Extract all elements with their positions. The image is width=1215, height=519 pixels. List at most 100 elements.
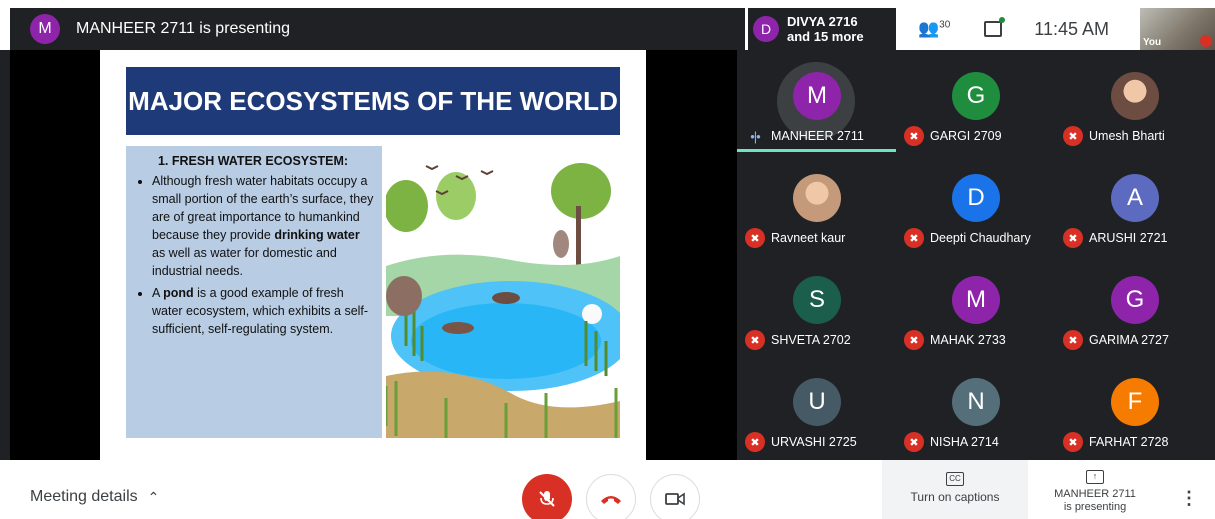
presenter-banner: M MANHEER 2711 is presenting [10, 8, 745, 50]
participant-name-label: Umesh Bharti [1089, 129, 1165, 143]
slide-bullets: Although fresh water habitats occupy a s… [132, 172, 374, 338]
participant-name-label: MAHAK 2733 [930, 333, 1006, 347]
mic-off-icon: ✖ [745, 228, 765, 248]
participant-tile[interactable]: A ✖ ARUSHI 2721 [1055, 152, 1214, 254]
participant-avatar: U [793, 378, 841, 426]
participant-name: ✖ FARHAT 2728 [1063, 432, 1168, 452]
participant-photo [1111, 72, 1159, 120]
presentation-area: MAJOR ECOSYSTEMS OF THE WORLD 1. FRESH W… [10, 50, 737, 460]
audio-level-icon: •|• [750, 128, 760, 144]
presenting-button[interactable]: ↑ MANHEER 2711 is presenting [1040, 460, 1150, 519]
presenting-sub: is presenting [1063, 501, 1127, 513]
bullet-bold: drinking water [274, 228, 360, 242]
participant-avatar: A [1111, 174, 1159, 222]
mic-off-icon: ✖ [1063, 228, 1083, 248]
participant-tile[interactable]: G ✖ GARIMA 2727 [1055, 254, 1214, 356]
participant-tile[interactable]: S ✖ SHVETA 2702 [737, 254, 896, 356]
participant-name: ✖ NISHA 2714 [904, 432, 999, 452]
participant-name: ✖ Deepti Chaudhary [904, 228, 1031, 248]
participant-name-label: Ravneet kaur [771, 231, 846, 245]
participant-name-label: ARUSHI 2721 [1089, 231, 1168, 245]
camera-icon [665, 492, 685, 506]
presenter-avatar: M [30, 14, 60, 44]
participant-avatar: M [793, 72, 841, 120]
mic-off-icon: ✖ [904, 228, 924, 248]
participant-name-label: Deepti Chaudhary [930, 231, 1031, 245]
mic-off-icon: ✖ [745, 432, 765, 452]
participant-summary-text: DIVYA 2716 and 15 more [787, 14, 864, 44]
chat-icon[interactable] [984, 17, 1006, 37]
people-count: 30 [939, 19, 951, 31]
bottom-bar: Meeting details ⌃ CC Turn on captions ↑ … [0, 460, 1215, 519]
participant-tile[interactable]: M ✖ MAHAK 2733 [896, 254, 1055, 356]
participant-tile[interactable]: D ✖ Deepti Chaudhary [896, 152, 1055, 254]
mic-toggle-button[interactable] [522, 474, 572, 519]
camera-toggle-button[interactable] [650, 474, 700, 519]
slide: MAJOR ECOSYSTEMS OF THE WORLD 1. FRESH W… [100, 50, 646, 460]
mic-off-icon: ✖ [745, 330, 765, 350]
captions-button[interactable]: CC Turn on captions [882, 460, 1028, 519]
self-label: You [1143, 37, 1162, 48]
participant-photo [793, 174, 841, 222]
participant-tile[interactable]: M •|• MANHEER 2711 [737, 50, 896, 152]
participant-name: ✖ URVASHI 2725 [745, 432, 857, 452]
participant-avatar: S [793, 276, 841, 324]
leave-call-button[interactable] [586, 474, 636, 519]
captions-label: Turn on captions [910, 490, 1000, 504]
participant-name: ✖ ARUSHI 2721 [1063, 228, 1168, 248]
participant-name: ✖ Ravneet kaur [745, 228, 845, 248]
participant-tile[interactable]: ✖ Ravneet kaur [737, 152, 896, 254]
participant-summary-more: and 15 more [787, 29, 864, 44]
captions-icon: CC [946, 472, 964, 486]
participant-avatar: D [952, 174, 1000, 222]
participant-tile[interactable]: G ✖ GARGI 2709 [896, 50, 1055, 152]
participant-name: ✖ SHVETA 2702 [745, 330, 851, 350]
participant-name: ✖ Umesh Bharti [1063, 126, 1165, 146]
slide-bullet: A pond is a good example of fresh water … [152, 284, 374, 338]
presenter-text: MANHEER 2711 is presenting [76, 20, 291, 37]
presenting-name: MANHEER 2711 [1054, 488, 1136, 500]
participant-avatar: D [753, 16, 779, 42]
more-options-icon[interactable]: ⋮ [1180, 488, 1198, 509]
hang-up-icon [601, 496, 621, 504]
participant-name-label: GARGI 2709 [930, 129, 1002, 143]
mic-off-icon: ✖ [1063, 432, 1083, 452]
meeting-details-button[interactable]: Meeting details ⌃ [30, 488, 159, 506]
slide-bullet: Although fresh water habitats occupy a s… [152, 172, 374, 280]
participant-tile[interactable]: ✖ Umesh Bharti [1055, 50, 1214, 152]
participant-name-label: FARHAT 2728 [1089, 435, 1169, 449]
mic-off-icon [539, 491, 555, 507]
chevron-up-icon: ⌃ [147, 488, 160, 505]
top-icons: 👥30 11:45 AM [896, 8, 1140, 50]
bullet-text: A [152, 286, 164, 300]
participant-name-label: SHVETA 2702 [771, 333, 851, 347]
slide-section-heading: 1. FRESH WATER ECOSYSTEM: [157, 154, 349, 168]
participant-name: ✖ GARIMA 2727 [1063, 330, 1169, 350]
pond-illustration [386, 146, 620, 438]
meeting-details-label: Meeting details [30, 488, 138, 505]
self-view[interactable]: You [1140, 8, 1215, 50]
people-icon[interactable]: 👥30 [918, 19, 950, 39]
participant-tile[interactable]: N ✖ NISHA 2714 [896, 356, 1055, 458]
participant-summary[interactable]: D DIVYA 2716 and 15 more [748, 8, 896, 50]
participant-avatar: M [952, 276, 1000, 324]
participant-tile[interactable]: F ✖ FARHAT 2728 [1055, 356, 1214, 458]
participant-avatar: F [1111, 378, 1159, 426]
participant-tile[interactable]: U ✖ URVASHI 2725 [737, 356, 896, 458]
participant-name-label: GARIMA 2727 [1089, 333, 1169, 347]
participant-grid: M •|• MANHEER 2711 G ✖ GARGI 2709 ✖ Umesh Bhart… [737, 50, 1215, 460]
participant-summary-name: DIVYA 2716 [787, 14, 858, 29]
participant-avatar: G [952, 72, 1000, 120]
mic-off-icon: ✖ [904, 126, 924, 146]
participant-avatar: N [952, 378, 1000, 426]
present-screen-icon: ↑ [1086, 470, 1104, 484]
mic-off-icon [1200, 35, 1212, 47]
slide-title: MAJOR ECOSYSTEMS OF THE WORLD [126, 67, 620, 135]
mic-off-icon: ✖ [1063, 330, 1083, 350]
slide-text-box: 1. FRESH WATER ECOSYSTEM: Although fresh… [126, 146, 382, 438]
bullet-text: as well as water for domestic and indust… [152, 246, 337, 278]
main-area: MAJOR ECOSYSTEMS OF THE WORLD 1. FRESH W… [0, 50, 1215, 460]
clock: 11:45 AM [1034, 18, 1110, 39]
mic-off-icon: ✖ [904, 330, 924, 350]
participant-name: ✖ MAHAK 2733 [904, 330, 1006, 350]
